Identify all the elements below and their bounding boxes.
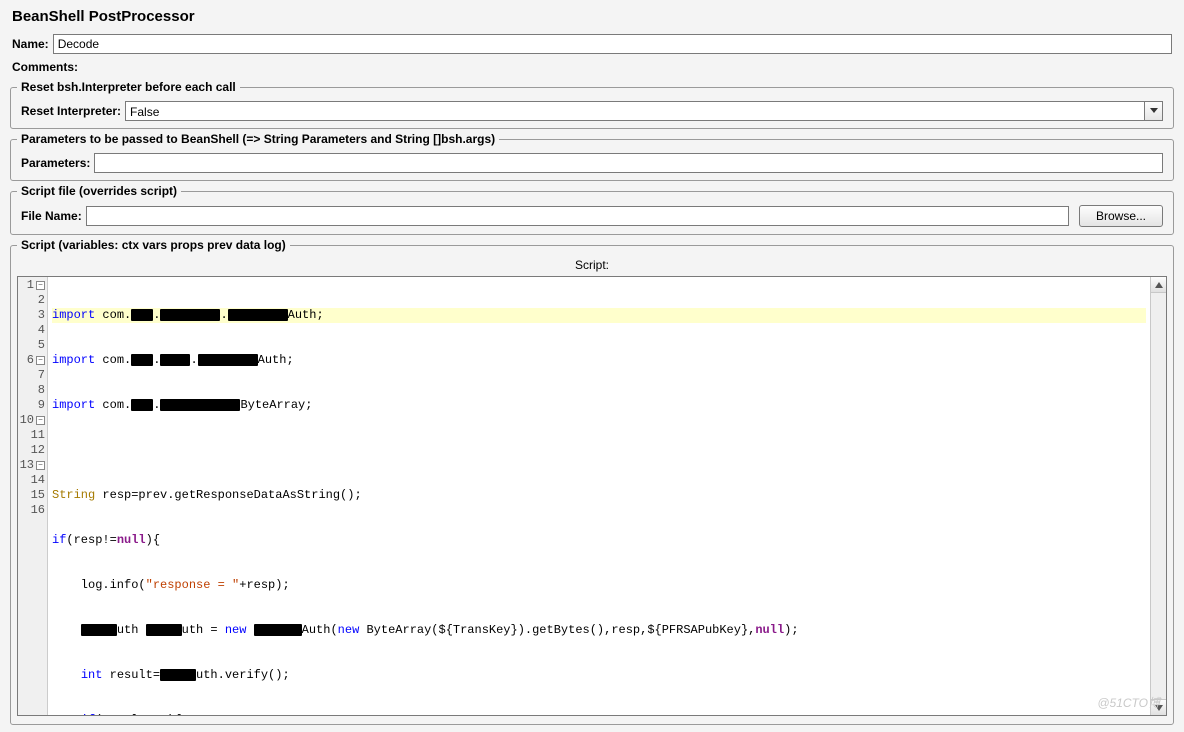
- comments-row: Comments:: [4, 57, 1180, 77]
- name-label: Name:: [12, 37, 49, 51]
- comments-label: Comments:: [12, 60, 78, 74]
- script-group: Script (variables: ctx vars props prev d…: [10, 238, 1174, 725]
- script-legend: Script (variables: ctx vars props prev d…: [17, 238, 290, 252]
- reset-group: Reset bsh.Interpreter before each call R…: [10, 80, 1174, 129]
- fold-icon[interactable]: −: [36, 461, 45, 470]
- scroll-track[interactable]: [1151, 293, 1166, 699]
- reset-legend: Reset bsh.Interpreter before each call: [17, 80, 240, 94]
- editor-gutter: 1−23456−78910−111213−141516: [18, 277, 48, 715]
- file-label: File Name:: [21, 209, 82, 223]
- file-group: Script file (overrides script) File Name…: [10, 184, 1174, 235]
- name-row: Name:: [4, 31, 1180, 57]
- editor-scrollbar[interactable]: [1150, 277, 1166, 715]
- file-legend: Script file (overrides script): [17, 184, 181, 198]
- scroll-up-icon[interactable]: [1151, 277, 1166, 293]
- name-input[interactable]: [53, 34, 1172, 54]
- reset-label: Reset Interpreter:: [21, 104, 121, 118]
- chevron-down-icon[interactable]: [1144, 102, 1162, 120]
- parameters-legend: Parameters to be passed to BeanShell (=>…: [17, 132, 499, 146]
- parameters-label: Parameters:: [21, 156, 90, 170]
- fold-icon[interactable]: −: [36, 281, 45, 290]
- reset-combo[interactable]: False: [125, 101, 1163, 121]
- fold-icon[interactable]: −: [36, 416, 45, 425]
- editor-code[interactable]: import com...Auth; import com...Auth; im…: [48, 277, 1150, 715]
- browse-button[interactable]: Browse...: [1079, 205, 1163, 227]
- script-caption: Script:: [13, 256, 1171, 276]
- parameters-group: Parameters to be passed to BeanShell (=>…: [10, 132, 1174, 181]
- script-editor[interactable]: 1−23456−78910−111213−141516 import com..…: [17, 276, 1167, 716]
- scroll-down-icon[interactable]: [1151, 699, 1166, 715]
- panel-title: BeanShell PostProcessor: [4, 4, 1180, 31]
- file-input[interactable]: [86, 206, 1069, 226]
- reset-combo-value: False: [126, 102, 1144, 120]
- fold-icon[interactable]: −: [36, 356, 45, 365]
- parameters-input[interactable]: [94, 153, 1163, 173]
